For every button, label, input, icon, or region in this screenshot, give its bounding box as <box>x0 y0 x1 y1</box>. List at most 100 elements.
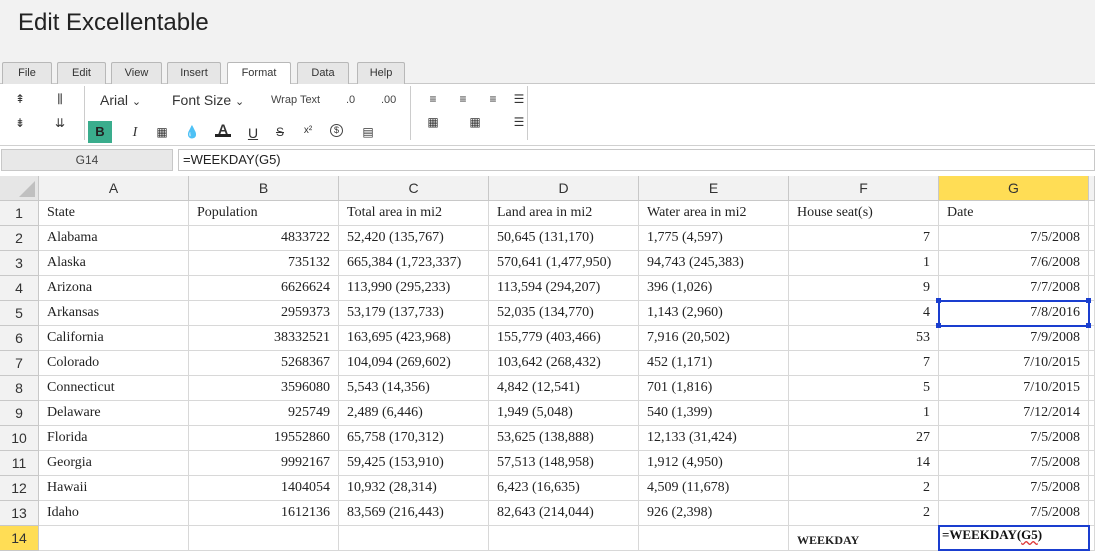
column-header-h[interactable] <box>1089 176 1095 201</box>
menu-tab-edit[interactable]: Edit <box>57 62 106 84</box>
row-header-4[interactable]: 4 <box>0 276 39 301</box>
align-left-icon[interactable]: ≡ <box>425 91 441 107</box>
cell-c4[interactable]: 113,990 (295,233) <box>339 276 489 301</box>
cell-e14[interactable] <box>639 526 789 551</box>
menu-tab-file[interactable]: File <box>2 62 52 84</box>
cell-reference-box[interactable]: G14 <box>1 149 173 171</box>
row-header-9[interactable]: 9 <box>0 401 39 426</box>
cell-h7[interactable] <box>1089 351 1095 376</box>
grid-icon[interactable]: ▦ <box>467 114 483 130</box>
justify-icon[interactable]: ☰ <box>511 91 527 107</box>
cell-h1[interactable] <box>1089 201 1095 226</box>
row-header-10[interactable]: 10 <box>0 426 39 451</box>
cell-b13[interactable]: 1612136 <box>189 501 339 526</box>
superscript-button[interactable]: x² <box>300 123 316 139</box>
cell-h2[interactable] <box>1089 226 1095 251</box>
cell-f14[interactable]: WEEKDAY <box>789 526 939 551</box>
cell-d11[interactable]: 57,513 (148,958) <box>489 451 639 476</box>
cell-b2[interactable]: 4833722 <box>189 226 339 251</box>
cell-b1[interactable]: Population <box>189 201 339 226</box>
cell-h9[interactable] <box>1089 401 1095 426</box>
cell-f9[interactable]: 1 <box>789 401 939 426</box>
border-icon[interactable]: ▦ <box>154 124 170 140</box>
row-header-5[interactable]: 5 <box>0 301 39 326</box>
row-header-12[interactable]: 12 <box>0 476 39 501</box>
cell-c1[interactable]: Total area in mi2 <box>339 201 489 226</box>
cell-c6[interactable]: 163,695 (423,968) <box>339 326 489 351</box>
align-right-icon[interactable]: ≡ <box>485 91 501 107</box>
row-header-3[interactable]: 3 <box>0 251 39 276</box>
cell-g13[interactable]: 7/5/2008 <box>939 501 1089 526</box>
cell-d14[interactable] <box>489 526 639 551</box>
cell-c11[interactable]: 59,425 (153,910) <box>339 451 489 476</box>
row-header-6[interactable]: 6 <box>0 326 39 351</box>
cell-e8[interactable]: 701 (1,816) <box>639 376 789 401</box>
font-name-dropdown[interactable]: Arial ⌄ <box>100 92 141 108</box>
row-header-1[interactable]: 1 <box>0 201 39 226</box>
cell-b11[interactable]: 9992167 <box>189 451 339 476</box>
cell-d3[interactable]: 570,641 (1,477,950) <box>489 251 639 276</box>
cell-d1[interactable]: Land area in mi2 <box>489 201 639 226</box>
cell-c3[interactable]: 665,384 (1,723,337) <box>339 251 489 276</box>
align-center-icon[interactable]: ≡ <box>455 91 471 107</box>
cell-h11[interactable] <box>1089 451 1095 476</box>
indent-icon[interactable]: ☰ <box>511 114 527 130</box>
cell-f5[interactable]: 4 <box>789 301 939 326</box>
increase-decimal-button[interactable]: .00 <box>381 94 396 106</box>
cell-b10[interactable]: 19552860 <box>189 426 339 451</box>
cell-f8[interactable]: 5 <box>789 376 939 401</box>
row-header-14[interactable]: 14 <box>0 526 39 551</box>
cell-c8[interactable]: 5,543 (14,356) <box>339 376 489 401</box>
cell-b7[interactable]: 5268367 <box>189 351 339 376</box>
column-header-d[interactable]: D <box>489 176 639 201</box>
cell-b14[interactable] <box>189 526 339 551</box>
cell-b9[interactable]: 925749 <box>189 401 339 426</box>
cell-e2[interactable]: 1,775 (4,597) <box>639 226 789 251</box>
resize-handle[interactable] <box>1086 323 1091 328</box>
cell-e9[interactable]: 540 (1,399) <box>639 401 789 426</box>
cell-b4[interactable]: 6626624 <box>189 276 339 301</box>
resize-handle[interactable] <box>1086 298 1091 303</box>
column-header-a[interactable]: A <box>39 176 189 201</box>
row-header-8[interactable]: 8 <box>0 376 39 401</box>
cell-h8[interactable] <box>1089 376 1095 401</box>
cell-h10[interactable] <box>1089 426 1095 451</box>
cell-b3[interactable]: 735132 <box>189 251 339 276</box>
menu-tab-help[interactable]: Help <box>357 62 405 84</box>
cell-b5[interactable]: 2959373 <box>189 301 339 326</box>
cell-g12[interactable]: 7/5/2008 <box>939 476 1089 501</box>
cell-a13[interactable]: Idaho <box>39 501 189 526</box>
cell-f1[interactable]: House seat(s) <box>789 201 939 226</box>
cell-g11[interactable]: 7/5/2008 <box>939 451 1089 476</box>
cell-c12[interactable]: 10,932 (28,314) <box>339 476 489 501</box>
cell-h6[interactable] <box>1089 326 1095 351</box>
font-color-button[interactable]: A <box>215 121 231 137</box>
cell-f2[interactable]: 7 <box>789 226 939 251</box>
cell-g3[interactable]: 7/6/2008 <box>939 251 1089 276</box>
cell-e11[interactable]: 1,912 (4,950) <box>639 451 789 476</box>
font-size-dropdown[interactable]: Font Size ⌄ <box>172 92 244 108</box>
cell-e12[interactable]: 4,509 (11,678) <box>639 476 789 501</box>
cell-b8[interactable]: 3596080 <box>189 376 339 401</box>
cell-d4[interactable]: 113,594 (294,207) <box>489 276 639 301</box>
cell-d7[interactable]: 103,642 (268,432) <box>489 351 639 376</box>
row-header-7[interactable]: 7 <box>0 351 39 376</box>
cell-f4[interactable]: 9 <box>789 276 939 301</box>
cell-d9[interactable]: 1,949 (5,048) <box>489 401 639 426</box>
cell-d8[interactable]: 4,842 (12,541) <box>489 376 639 401</box>
insert-row-above-icon[interactable]: ⇞ <box>12 91 28 107</box>
cell-e7[interactable]: 452 (1,171) <box>639 351 789 376</box>
formula-input[interactable]: =WEEKDAY(G5) <box>178 149 1095 171</box>
merge-cells-icon[interactable]: ▤ <box>360 124 376 140</box>
menu-tab-view[interactable]: View <box>111 62 162 84</box>
row-header-11[interactable]: 11 <box>0 451 39 476</box>
cell-f10[interactable]: 27 <box>789 426 939 451</box>
column-header-b[interactable]: B <box>189 176 339 201</box>
fill-color-icon[interactable]: 💧 <box>184 124 200 140</box>
table-icon[interactable]: ▦ <box>425 114 441 130</box>
cell-a4[interactable]: Arizona <box>39 276 189 301</box>
cell-a6[interactable]: California <box>39 326 189 351</box>
cell-g6[interactable]: 7/9/2008 <box>939 326 1089 351</box>
cell-h3[interactable] <box>1089 251 1095 276</box>
insert-column-icon[interactable]: ⫼ <box>52 91 68 107</box>
